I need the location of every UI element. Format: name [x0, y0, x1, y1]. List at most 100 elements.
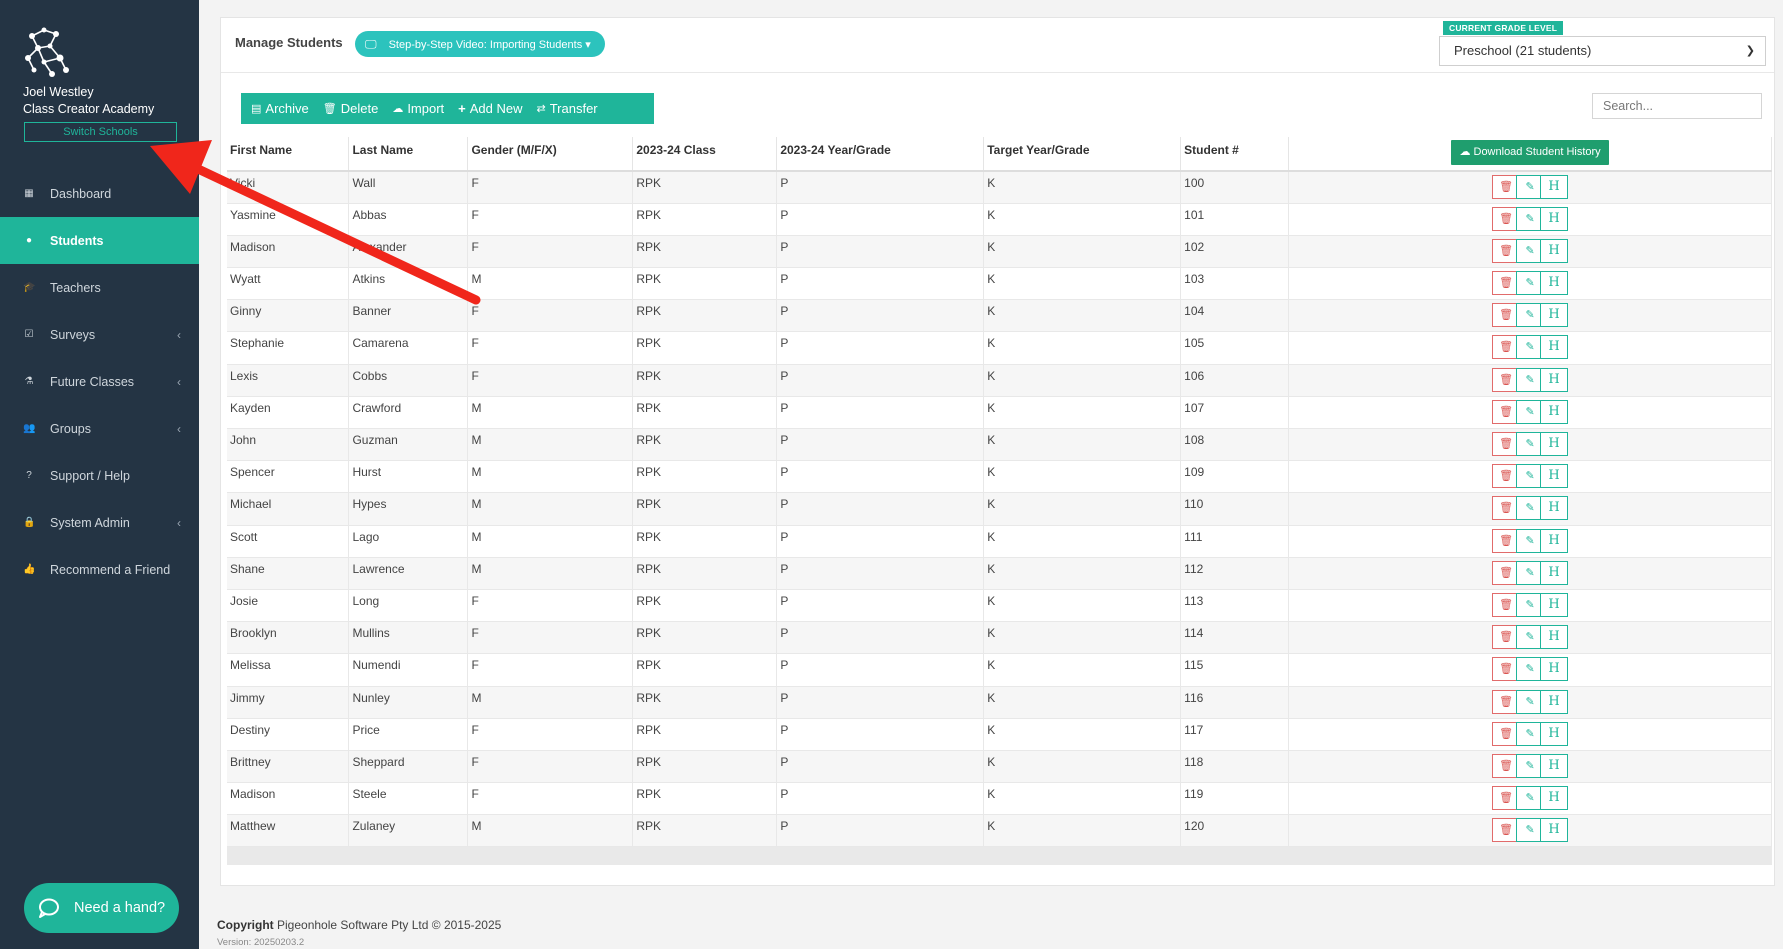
- history-row-button[interactable]: H: [1540, 238, 1569, 263]
- horizontal-scrollbar[interactable]: [227, 847, 1772, 865]
- sidebar-item-teachers[interactable]: 🎓 Teachers: [0, 264, 199, 311]
- table-cell: F: [467, 171, 634, 204]
- table-row: Ginny Banner F RPK P K 104 🗑 ✎ H: [227, 299, 1772, 333]
- history-row-button[interactable]: H: [1540, 399, 1569, 424]
- table-cell: Kayden: [227, 396, 350, 430]
- trash-icon: 🗑: [1499, 405, 1514, 418]
- pencil-icon: ✎: [1525, 695, 1535, 708]
- row-actions: 🗑 ✎ H: [1288, 782, 1772, 816]
- trash-icon: 🗑: [322, 103, 337, 115]
- history-row-button[interactable]: H: [1540, 560, 1569, 585]
- history-row-button[interactable]: H: [1540, 753, 1569, 778]
- table-row: Jimmy Nunley M RPK P K 116 🗑 ✎ H: [227, 686, 1772, 719]
- row-actions: 🗑 ✎ H: [1288, 557, 1772, 590]
- need-a-hand-button[interactable]: Need a hand?: [24, 883, 179, 933]
- transfer-label: Transfer: [549, 101, 598, 116]
- pencil-icon: ✎: [1525, 405, 1535, 418]
- table-cell: Guzman: [348, 428, 469, 462]
- column-header[interactable]: 2023-24 Year/Grade: [776, 137, 985, 172]
- history-row-button[interactable]: H: [1540, 464, 1569, 489]
- history-row-button[interactable]: H: [1540, 496, 1569, 521]
- pencil-icon: ✎: [1525, 759, 1535, 772]
- table-cell: RPK: [632, 428, 778, 462]
- download-student-history-button[interactable]: ☁ Download Student History: [1451, 140, 1609, 165]
- history-row-button[interactable]: H: [1540, 432, 1569, 456]
- transfer-button[interactable]: ⇄ Transfer: [537, 101, 598, 116]
- chat-bubble-icon: [39, 898, 59, 918]
- sidebar-item-students[interactable]: ● Students: [0, 217, 199, 264]
- table-cell: RPK: [632, 750, 778, 784]
- table-cell: M: [467, 686, 634, 719]
- column-header[interactable]: Target Year/Grade: [983, 137, 1182, 172]
- history-icon: H: [1548, 629, 1560, 645]
- sidebar-item-surveys[interactable]: ☑ Surveys ‹: [0, 311, 199, 358]
- column-header[interactable]: Student #: [1180, 137, 1290, 172]
- trash-icon: 🗑: [1499, 502, 1514, 515]
- history-row-button[interactable]: H: [1540, 689, 1569, 714]
- table-cell: P: [776, 653, 985, 687]
- table-cell: Madison: [227, 235, 350, 269]
- table-cell: K: [983, 396, 1182, 430]
- table-cell: P: [776, 299, 985, 333]
- column-header[interactable]: First Name: [227, 137, 350, 172]
- table-cell: Hypes: [348, 492, 469, 526]
- history-icon: H: [1548, 242, 1560, 258]
- row-actions: 🗑 ✎ H: [1288, 621, 1772, 655]
- table-cell: RPK: [632, 331, 778, 365]
- table-cell: 108: [1180, 428, 1290, 462]
- history-row-button[interactable]: H: [1540, 271, 1569, 296]
- table-cell: K: [983, 782, 1182, 816]
- import-button[interactable]: ☁ Import: [392, 101, 444, 116]
- students-table: First Name Last Name Gender (M/F/X) 2023-24…: [227, 137, 1772, 848]
- history-row-button[interactable]: H: [1540, 721, 1569, 746]
- table-cell: Wyatt: [227, 267, 350, 301]
- switch-schools-button[interactable]: Switch Schools: [24, 122, 177, 142]
- row-actions: 🗑 ✎ H: [1288, 267, 1772, 301]
- sidebar: Joel Westley Class Creator Academy Switc…: [0, 0, 199, 949]
- history-row-button[interactable]: H: [1540, 528, 1569, 553]
- sidebar-item-groups[interactable]: 👥 Groups ‹: [0, 405, 199, 452]
- sidebar-item-future-classes[interactable]: ⚗ Future Classes ‹: [0, 358, 199, 405]
- sidebar-item-recommend-a-friend[interactable]: 👍 Recommend a Friend: [0, 546, 199, 593]
- column-header[interactable]: 2023-24 Class: [632, 137, 778, 172]
- sidebar-item-support-help[interactable]: ? Support / Help: [0, 452, 199, 499]
- table-cell: M: [467, 267, 634, 301]
- table-cell: 118: [1180, 750, 1290, 784]
- history-row-button[interactable]: H: [1540, 175, 1569, 199]
- table-cell: 103: [1180, 267, 1290, 301]
- history-icon: H: [1548, 500, 1560, 516]
- table-cell: 116: [1180, 686, 1290, 719]
- delete-button[interactable]: 🗑 Delete: [323, 101, 379, 116]
- table-cell: RPK: [632, 235, 778, 269]
- row-actions: 🗑 ✎ H: [1288, 235, 1772, 269]
- history-row-button[interactable]: H: [1540, 335, 1569, 360]
- add-new-button[interactable]: + Add New: [458, 101, 522, 116]
- history-row-button[interactable]: H: [1540, 206, 1569, 231]
- download-label: Download Student History: [1473, 146, 1601, 158]
- history-row-button[interactable]: H: [1540, 367, 1569, 392]
- chevron-left-icon: ‹: [177, 421, 181, 436]
- history-row-button[interactable]: H: [1540, 657, 1569, 682]
- table-cell: Yasmine: [227, 203, 350, 236]
- table-body: Vicki Wall F RPK P K 100 🗑 ✎ H Yasmine Abbas F RPK P K 1…: [227, 171, 1772, 848]
- history-icon: H: [1548, 436, 1560, 451]
- table-row: Madison Alexander F RPK P K 102 🗑 ✎ H: [227, 235, 1772, 269]
- grade-level-select[interactable]: Preschool (21 students) ❯: [1439, 36, 1766, 66]
- history-row-button[interactable]: H: [1540, 592, 1569, 617]
- user-name: Joel Westley: [23, 85, 94, 99]
- table-cell: 114: [1180, 621, 1290, 655]
- search-input[interactable]: [1592, 93, 1762, 119]
- history-row-button[interactable]: H: [1540, 625, 1569, 650]
- row-actions: 🗑 ✎ H: [1288, 460, 1772, 494]
- trash-icon: 🗑: [1499, 759, 1514, 772]
- sidebar-item-system-admin[interactable]: 🔒 System Admin ‹: [0, 499, 199, 546]
- archive-label: Archive: [265, 101, 309, 116]
- history-row-button[interactable]: H: [1540, 303, 1569, 328]
- history-row-button[interactable]: H: [1540, 818, 1569, 843]
- history-row-button[interactable]: H: [1540, 786, 1569, 811]
- sidebar-item-dashboard[interactable]: ▦ Dashboard: [0, 170, 199, 217]
- archive-button[interactable]: ▤ Archive: [251, 101, 309, 116]
- column-header[interactable]: Gender (M/F/X): [467, 137, 634, 172]
- column-header[interactable]: Last Name: [348, 137, 469, 172]
- video-dropdown-button[interactable]: 🖵 Step-by-Step Video: Importing Students…: [355, 31, 605, 57]
